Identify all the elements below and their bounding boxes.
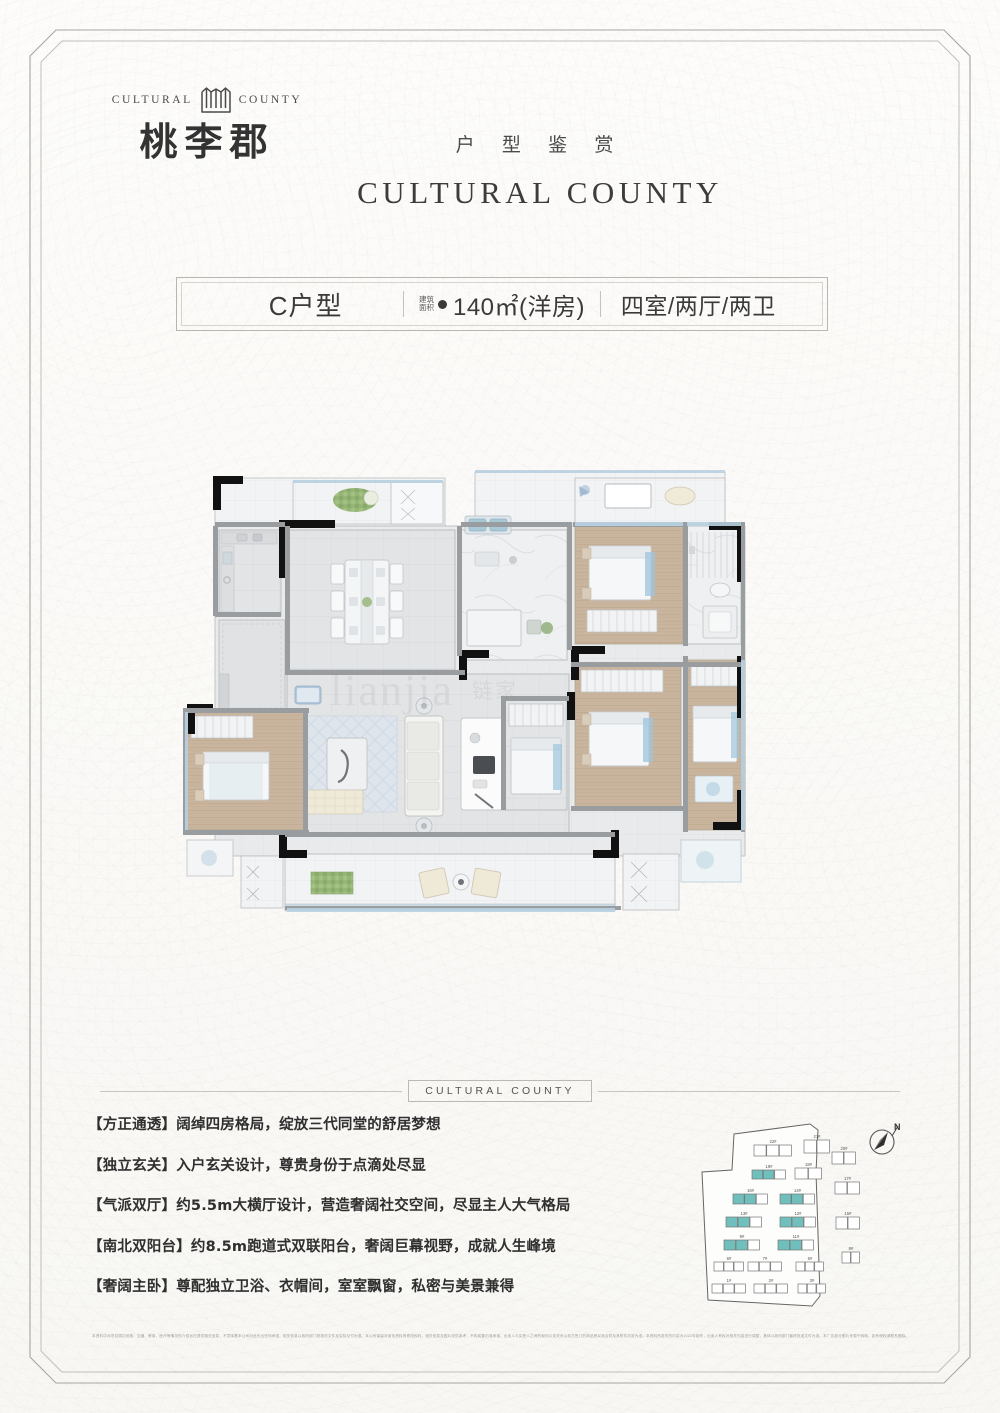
- site-building: 20#: [831, 1146, 856, 1165]
- site-building-label: 18#: [805, 1162, 813, 1167]
- site-building-label: 11#: [793, 1234, 800, 1239]
- site-building-label: 19#: [766, 1164, 774, 1169]
- feature-tag: 【独立玄关】: [88, 1157, 177, 1174]
- legal-disclaimer-text: 本资料中对项目周边设施、交通、教育、医疗等情况的介绍旨在提供相关信息，不意味着本…: [92, 1334, 910, 1338]
- site-building: 15#: [835, 1211, 860, 1230]
- site-building-label: 12#: [795, 1211, 803, 1216]
- feature-text: 尊配独立卫浴、衣帽间，室室飘窗，私密与美景兼得: [176, 1279, 515, 1295]
- site-building: 17#: [834, 1176, 860, 1195]
- brand-name-cn: 桃李郡: [139, 120, 275, 164]
- feature-text: 入户玄关设计，尊贵身份于点滴处尽显: [176, 1157, 427, 1174]
- feature-tag: 【方正通透】: [88, 1117, 177, 1133]
- spec-unit-type-cell: C户型: [208, 286, 403, 323]
- site-building-label: 1#: [727, 1278, 732, 1283]
- feature-text: 约5.5m大横厅设计，营造奢阔社交空间，尽显主人大气格局: [176, 1198, 571, 1214]
- page-title: 户 型 鉴 赏 CULTURAL COUNTY: [330, 130, 750, 211]
- site-building-label: 17#: [844, 1176, 852, 1181]
- spec-area-cell: 建筑 面积 140㎡(洋房): [404, 287, 599, 322]
- site-building-label: 22#: [770, 1139, 778, 1144]
- feature-item: 【奢阔主卧】尊配独立卫浴、衣帽间，室室飘窗，私密与美景兼得: [88, 1280, 688, 1295]
- site-building: 8#: [841, 1246, 860, 1264]
- section-divider: CULTURAL COUNTY: [100, 1078, 901, 1104]
- feature-text: 约8.5m跑道式双联阳台，奢阔巨幕视野，成就人生峰境: [190, 1238, 556, 1255]
- page-title-en: CULTURAL COUNTY: [357, 175, 723, 210]
- logo-word-left: CULTURAL: [111, 94, 193, 106]
- feature-list: 【方正通透】阔绰四房格局，绽放三代同堂的舒居梦想 【独立玄关】入户玄关设计，尊贵…: [88, 1118, 688, 1321]
- site-building-label: 3#: [810, 1278, 815, 1283]
- page-title-cn: 户 型 鉴 赏: [455, 135, 625, 156]
- site-building-label: 6#: [727, 1256, 732, 1261]
- site-building-label: 21#: [814, 1134, 822, 1139]
- feature-tag: 【南北双阳台】: [88, 1238, 191, 1255]
- spec-area-label-line2: 面积: [418, 303, 434, 312]
- spec-area-label: 建筑 面积: [418, 295, 434, 313]
- site-building-label: 5#: [808, 1256, 813, 1261]
- spec-rooms-cell: 四室/两厅/两卫: [601, 287, 796, 321]
- floor-plan-image: [175, 460, 825, 950]
- site-building-label: 14#: [794, 1188, 802, 1193]
- feature-text: 阔绰四房格局，绽放三代同堂的舒居梦想: [176, 1117, 441, 1133]
- spec-unit-type: C户型: [268, 290, 343, 321]
- feature-item: 【南北双阳台】约8.5m跑道式双联阳台，奢阔巨幕视野，成就人生峰境: [88, 1238, 688, 1255]
- site-building-label: 13#: [741, 1211, 749, 1216]
- divider-line-left: [100, 1090, 403, 1092]
- feature-item: 【方正通透】阔绰四房格局，绽放三代同堂的舒居梦想: [88, 1118, 688, 1133]
- feature-tag: 【气派双厅】: [88, 1198, 177, 1214]
- spec-area-value: 140㎡(洋房): [452, 293, 585, 321]
- site-building-label: 15#: [845, 1211, 853, 1216]
- header: CULTURAL COUNTY 桃李郡 户 型 鉴 赏 CULTURAL COU…: [0, 0, 1000, 250]
- spec-bar: C户型 建筑 面积 140㎡(洋房) 四室/两厅/两卫: [176, 277, 828, 331]
- building-book-icon: [200, 86, 232, 114]
- north-arrow-icon: N: [862, 1118, 906, 1162]
- site-building-label: 8#: [849, 1246, 854, 1251]
- feature-item: 【独立玄关】入户玄关设计，尊贵身份于点滴处尽显: [88, 1157, 688, 1174]
- feature-tag: 【奢阔主卧】: [88, 1279, 177, 1295]
- site-building-label: 2#: [769, 1278, 774, 1283]
- bullet-dot-icon: [437, 299, 447, 309]
- feature-item: 【气派双厅】约5.5m大横厅设计，营造奢阔社交空间，尽显主人大气格局: [88, 1199, 688, 1214]
- site-plan-map: 22# 21# 20# 19# 18# 17# 16# 14# 13# 12# 15# 9# 11# 8#…: [692, 1112, 872, 1312]
- legal-disclaimer: 本资料中对项目周边设施、交通、教育、医疗等情况的介绍旨在提供相关信息，不意味着本…: [92, 1334, 912, 1346]
- site-building-label: 9#: [740, 1234, 745, 1239]
- spec-rooms: 四室/两厅/两卫: [620, 293, 776, 319]
- divider-label: CULTURAL COUNTY: [408, 1080, 592, 1102]
- site-building-label: 16#: [747, 1188, 755, 1193]
- brand-logo: CULTURAL COUNTY 桃李郡: [82, 84, 332, 163]
- site-building-label: 7#: [763, 1256, 768, 1261]
- divider-line-right: [597, 1090, 901, 1092]
- logo-word-right: COUNTY: [238, 94, 303, 106]
- site-building-label: 20#: [841, 1146, 849, 1151]
